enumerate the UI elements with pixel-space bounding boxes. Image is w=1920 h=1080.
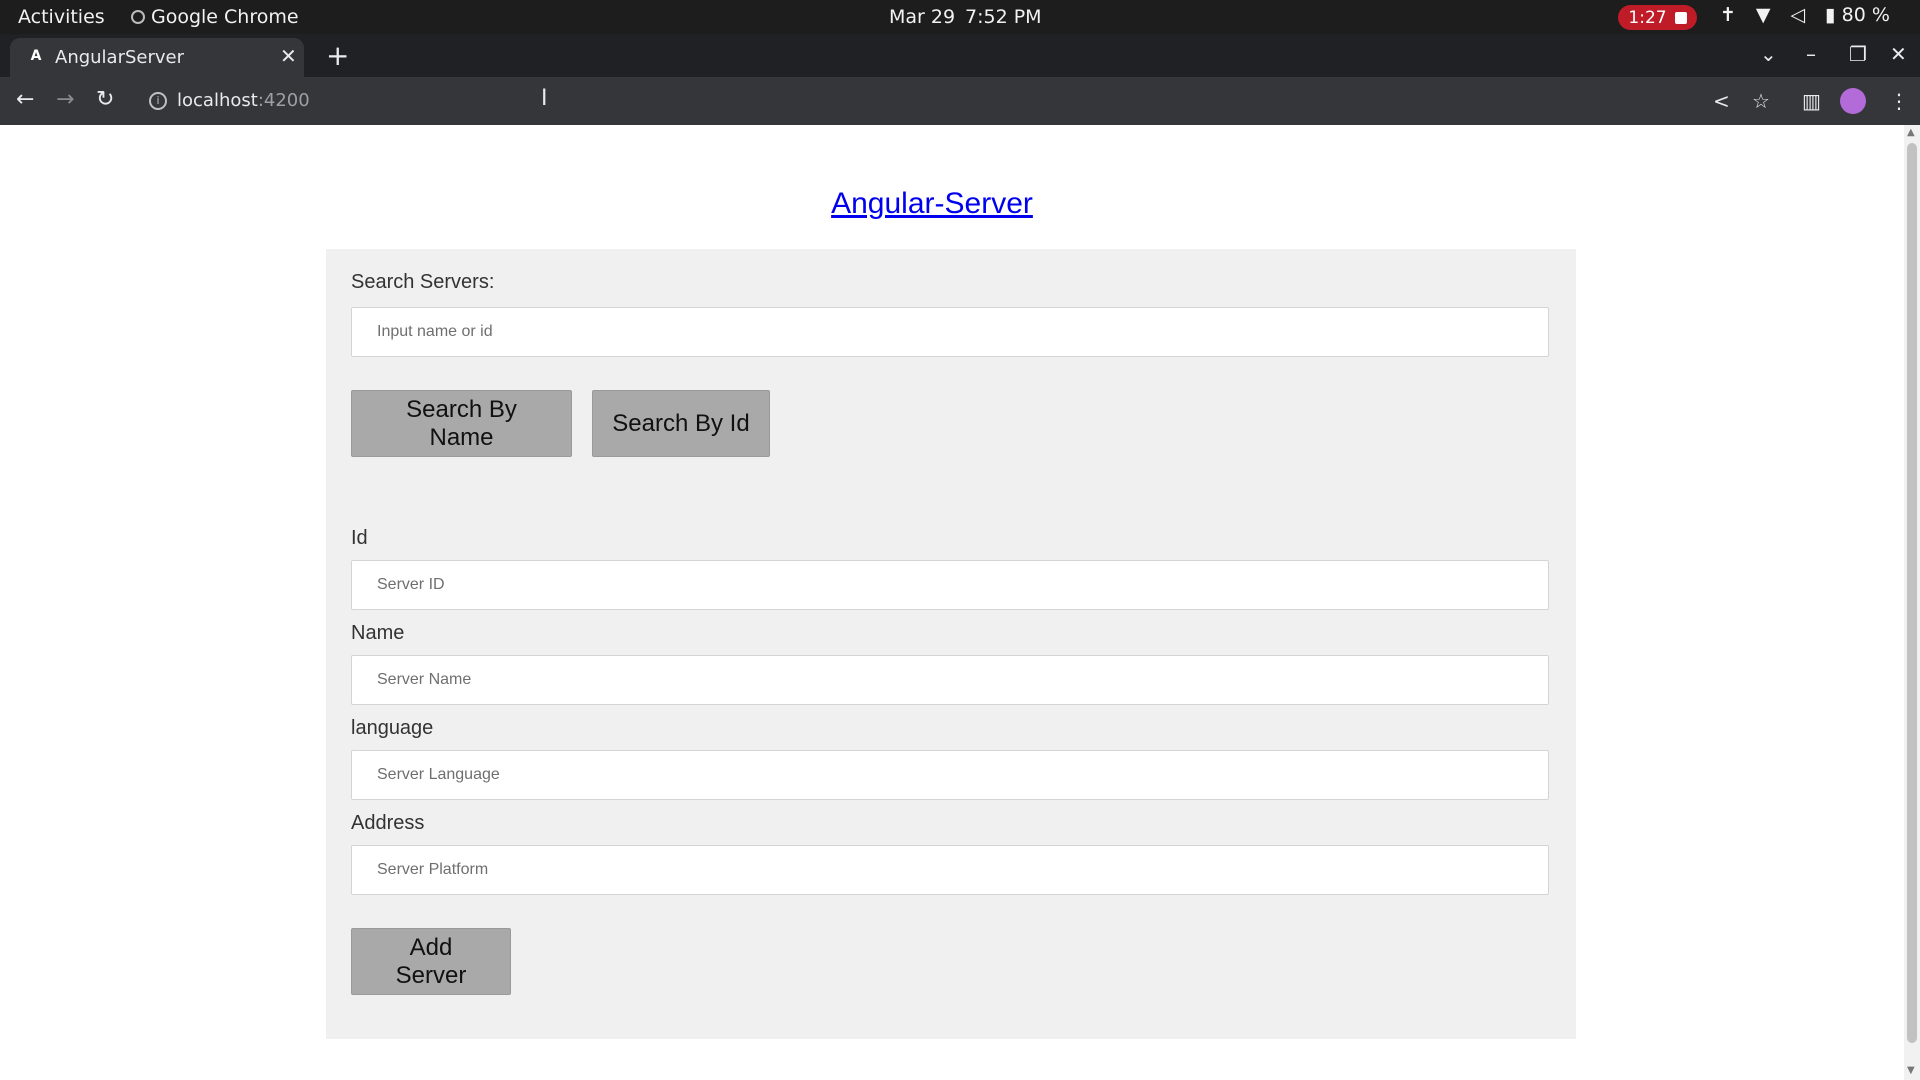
browser-toolbar: ← → ↻ i localhost:4200 < ☆ ▥ ⋮: [0, 77, 1920, 125]
clock-date[interactable]: Mar 29: [889, 6, 955, 28]
share-icon[interactable]: <: [1713, 89, 1730, 113]
server-platform-input[interactable]: [351, 845, 1549, 895]
minimize-icon[interactable]: –: [1806, 42, 1816, 66]
new-tab-icon[interactable]: +: [326, 39, 349, 72]
address-label: Address: [351, 812, 425, 834]
volume-muted-icon: ◁: [1790, 4, 1806, 26]
url-port: :4200: [257, 90, 310, 111]
clock-time[interactable]: 7:52 PM: [965, 6, 1042, 28]
wifi-icon: ▼: [1755, 4, 1771, 26]
battery-icon: ▮: [1825, 4, 1836, 26]
scroll-down-icon[interactable]: ▼: [1907, 1065, 1915, 1076]
close-tab-icon[interactable]: ✕: [280, 44, 297, 68]
forward-icon[interactable]: →: [56, 87, 74, 112]
name-label: Name: [351, 622, 405, 644]
id-label: Id: [351, 527, 368, 549]
app-name: Google Chrome: [151, 6, 299, 28]
app-menu[interactable]: Google Chrome: [131, 6, 299, 28]
close-window-icon[interactable]: ✕: [1890, 42, 1907, 66]
tab-strip: A AngularServer ✕ + ⌄ – ❐ ✕: [0, 34, 1920, 77]
reload-icon[interactable]: ↻: [96, 87, 114, 112]
browser-tab[interactable]: A AngularServer ✕: [10, 38, 304, 77]
search-by-name-button[interactable]: Search By Name: [351, 390, 572, 457]
server-language-input[interactable]: [351, 750, 1549, 800]
search-input[interactable]: [351, 307, 1549, 357]
search-label: Search Servers:: [351, 271, 495, 293]
address-bar[interactable]: i localhost:4200: [140, 83, 1720, 119]
angular-favicon-icon: A: [30, 48, 42, 64]
restore-icon[interactable]: ❐: [1849, 42, 1867, 66]
accessibility-icon: ✝: [1720, 4, 1736, 26]
search-panel: Search Servers: Search By Name Search By…: [326, 249, 1576, 503]
language-label: language: [351, 717, 434, 739]
text-cursor-icon: I: [541, 86, 548, 111]
tab-title: AngularServer: [55, 47, 185, 68]
system-tray[interactable]: ✝ ▼ ◁ ▮ 80 %: [1720, 4, 1890, 26]
site-info-icon[interactable]: i: [149, 92, 167, 110]
url-host: localhost: [177, 90, 258, 111]
server-id-input[interactable]: [351, 560, 1549, 610]
stop-icon: [1674, 11, 1687, 24]
tab-search-icon[interactable]: ⌄: [1760, 42, 1777, 66]
profile-avatar[interactable]: [1840, 88, 1866, 114]
chrome-icon: [131, 10, 145, 24]
server-name-input[interactable]: [351, 655, 1549, 705]
back-icon[interactable]: ←: [16, 87, 34, 112]
recording-time: 1:27: [1628, 7, 1667, 28]
page-scrollbar[interactable]: ▲ ▼: [1904, 125, 1920, 1080]
battery-percentage: 80 %: [1841, 4, 1890, 26]
screen-recording-indicator[interactable]: 1:27: [1618, 5, 1697, 30]
side-panel-icon[interactable]: ▥: [1802, 89, 1821, 113]
add-server-form: Id Name language Address Add Server: [326, 503, 1576, 1039]
scroll-up-icon[interactable]: ▲: [1907, 127, 1915, 138]
add-server-button[interactable]: Add Server: [351, 928, 511, 995]
url-text[interactable]: localhost:4200: [177, 90, 310, 111]
activities-button[interactable]: Activities: [18, 6, 105, 28]
search-by-id-button[interactable]: Search By Id: [592, 390, 770, 457]
scrollbar-thumb[interactable]: [1907, 143, 1917, 1043]
os-top-bar: Activities Google Chrome Mar 29 7:52 PM …: [0, 0, 1920, 34]
page-title[interactable]: Angular-Server: [0, 187, 1864, 221]
chrome-menu-icon[interactable]: ⋮: [1889, 89, 1909, 113]
page-content: Angular-Server Search Servers: Search By…: [0, 125, 1904, 1080]
bookmark-star-icon[interactable]: ☆: [1752, 89, 1770, 113]
